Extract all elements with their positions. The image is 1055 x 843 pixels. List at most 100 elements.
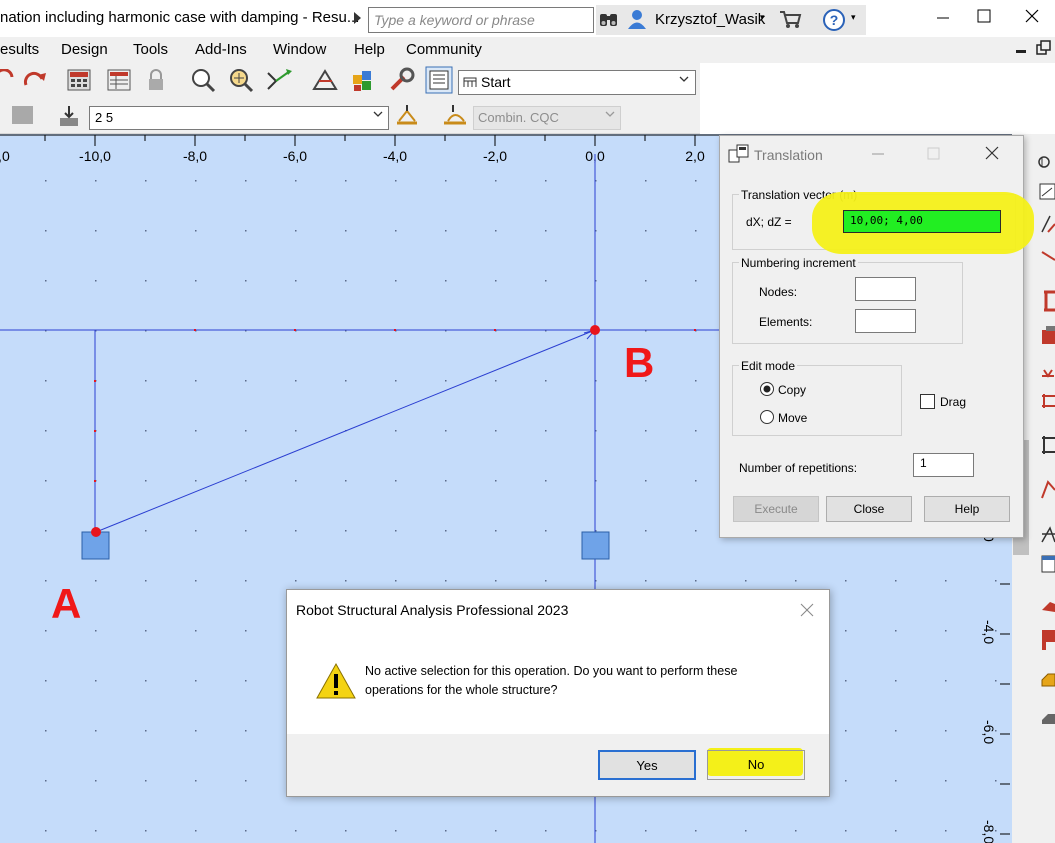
- dialog-close-icon[interactable]: [983, 144, 1003, 167]
- redo-icon[interactable]: [22, 69, 48, 94]
- user-name[interactable]: Krzysztof_Wasik: [655, 11, 765, 28]
- grid-dot: [45, 780, 47, 782]
- beam-section-icon[interactable]: [1044, 290, 1055, 312]
- grid-dot: [295, 830, 297, 832]
- zoom-icon[interactable]: [190, 67, 216, 96]
- dialog-maximize-icon[interactable]: [924, 144, 944, 167]
- bar-icon[interactable]: [1041, 215, 1055, 233]
- grid-dot: [195, 780, 197, 782]
- minimize-button[interactable]: [923, 4, 963, 30]
- load-case-icon[interactable]: [58, 104, 82, 131]
- grid-dot: [145, 480, 147, 482]
- move-label[interactable]: Move: [778, 411, 807, 425]
- layout-combo[interactable]: Start: [458, 70, 696, 95]
- grid-dot: [945, 630, 947, 632]
- menu-window[interactable]: Window: [273, 41, 326, 58]
- grid-dot: [245, 530, 247, 532]
- table-calc-icon[interactable]: [106, 68, 132, 95]
- menu-help[interactable]: Help: [354, 41, 385, 58]
- dialog-minimize-icon[interactable]: [868, 144, 888, 167]
- lock-icon[interactable]: [146, 68, 166, 95]
- load-case-combo[interactable]: 2 5: [89, 106, 389, 130]
- grid-dot: [245, 380, 247, 382]
- no-button[interactable]: No: [707, 750, 805, 780]
- gray-square-icon[interactable]: [11, 105, 35, 128]
- grid-dot: [195, 680, 197, 682]
- maximize-button[interactable]: [970, 4, 1000, 30]
- execute-button[interactable]: Execute: [733, 496, 819, 522]
- zoom-window-icon[interactable]: [228, 67, 254, 96]
- cable-icon[interactable]: [1041, 251, 1055, 261]
- menu-add-ins[interactable]: Add-Ins: [195, 41, 247, 58]
- structure-icon[interactable]: [312, 67, 340, 96]
- menu-results[interactable]: esults: [0, 41, 39, 58]
- help-button[interactable]: Help: [924, 496, 1010, 522]
- binoculars-icon[interactable]: [598, 9, 620, 32]
- slab-icon[interactable]: [1042, 714, 1055, 724]
- drag-checkbox[interactable]: [920, 394, 935, 409]
- load-display-icon[interactable]: [395, 103, 421, 130]
- doc-restore-icon[interactable]: [1036, 40, 1052, 59]
- translation-dialog: Translation Translation vector (m) dX; d…: [719, 135, 1034, 538]
- tick-label: -6,0: [981, 720, 997, 744]
- layout-selector-icon[interactable]: [425, 66, 453, 97]
- combination-combo[interactable]: Combin. CQC: [473, 106, 621, 130]
- user-icon[interactable]: [626, 8, 648, 33]
- grid-dot: [695, 830, 697, 832]
- calculator-icon[interactable]: [66, 68, 92, 95]
- yes-button[interactable]: Yes: [598, 750, 696, 780]
- grid-dot: [345, 230, 347, 232]
- menu-design[interactable]: Design: [61, 41, 108, 58]
- cart-icon[interactable]: [778, 9, 802, 32]
- table-icon[interactable]: [1041, 555, 1055, 573]
- copy-radio[interactable]: [759, 381, 775, 400]
- grid-dot: [95, 830, 97, 832]
- nodes-increment-input[interactable]: [855, 277, 916, 301]
- plate-icon[interactable]: [1042, 602, 1055, 612]
- menu-community[interactable]: Community: [406, 41, 482, 58]
- translation-vector-input[interactable]: 10,00; 4,00: [843, 210, 1001, 233]
- support-tool-icon[interactable]: [1042, 326, 1055, 344]
- solid-icon[interactable]: [1041, 673, 1055, 687]
- tick-label: 0,0: [0, 148, 10, 164]
- nodes-arrow-icon[interactable]: [266, 67, 294, 96]
- title-expand-arrow-icon[interactable]: [354, 12, 361, 24]
- support-icon[interactable]: [581, 531, 610, 560]
- undo-icon[interactable]: [0, 68, 14, 94]
- translation-vector-line[interactable]: [95, 329, 596, 533]
- search-input[interactable]: Type a keyword or phrase: [368, 7, 594, 33]
- copy-label[interactable]: Copy: [778, 383, 806, 397]
- doc-minimize-icon[interactable]: [1014, 41, 1028, 58]
- user-caret-icon[interactable]: ▾: [760, 12, 765, 23]
- load-tool-icon[interactable]: [1042, 369, 1054, 378]
- load-combination-icon[interactable]: [442, 103, 468, 130]
- grid-dot: [695, 280, 697, 282]
- node-b[interactable]: [590, 325, 600, 335]
- wrench-icon[interactable]: [388, 67, 416, 96]
- section-icon[interactable]: [1039, 183, 1055, 200]
- elements-increment-input[interactable]: [855, 309, 916, 333]
- cubes-icon[interactable]: [350, 67, 378, 96]
- move-radio[interactable]: [759, 409, 775, 428]
- help-caret-icon[interactable]: ▾: [851, 12, 856, 23]
- grid-tool-icon[interactable]: [1041, 526, 1055, 543]
- grid-dot: [645, 580, 647, 582]
- node-a[interactable]: [91, 527, 101, 537]
- grid-dot: [245, 630, 247, 632]
- flag-icon[interactable]: [1042, 630, 1055, 650]
- frame-icon[interactable]: [1038, 156, 1050, 168]
- release-icon[interactable]: [1042, 394, 1055, 408]
- menu-tools[interactable]: Tools: [133, 41, 168, 58]
- offset-icon[interactable]: [1042, 436, 1055, 454]
- grid-dot: [495, 230, 497, 232]
- drag-label[interactable]: Drag: [940, 395, 966, 409]
- message-close-icon[interactable]: [797, 600, 817, 623]
- close-button[interactable]: [1012, 4, 1052, 30]
- grid-dot: [545, 830, 547, 832]
- arch-icon[interactable]: [1041, 480, 1055, 499]
- edit-mode-group: [732, 365, 902, 436]
- nodes-label: Nodes:: [759, 285, 798, 299]
- close-dialog-button[interactable]: Close: [826, 496, 912, 522]
- repetitions-input[interactable]: 1: [913, 453, 974, 477]
- help-icon[interactable]: ?: [822, 8, 846, 35]
